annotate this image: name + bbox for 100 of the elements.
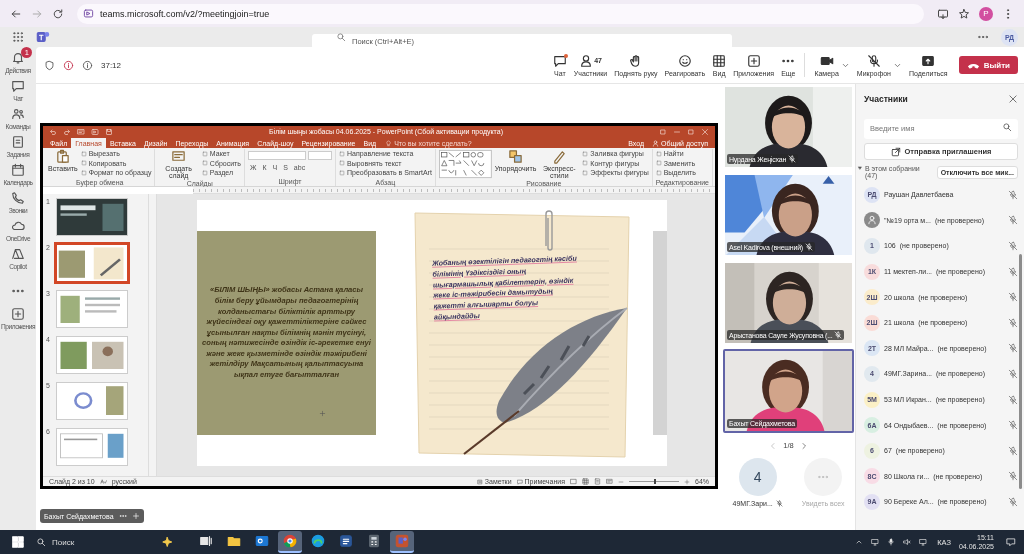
apps-icon [746, 53, 761, 68]
chat-icon [11, 79, 25, 93]
mic-off-icon[interactable] [1008, 394, 1018, 405]
chevron-icon[interactable] [855, 538, 864, 546]
bookmark-icon[interactable] [958, 7, 970, 20]
normal-view-icon[interactable] [570, 478, 577, 485]
next-icon[interactable] [799, 441, 808, 450]
sorter-view-icon[interactable] [582, 478, 589, 485]
chat-icon [552, 53, 567, 68]
mic-off-icon[interactable] [1008, 343, 1018, 354]
start-icon[interactable] [12, 536, 24, 548]
bell-icon [11, 51, 25, 65]
mic-icon[interactable] [887, 538, 896, 546]
tasks-icon [11, 135, 25, 149]
reading-view-icon[interactable] [594, 478, 601, 485]
people-icon [579, 53, 594, 68]
open-icon[interactable] [91, 127, 99, 136]
add-icon[interactable] [131, 512, 140, 520]
font-name-field[interactable] [247, 151, 306, 160]
cursor-icon [319, 410, 326, 417]
calendar-icon [11, 163, 25, 177]
mic-off-icon[interactable] [1008, 189, 1018, 200]
font-size-field[interactable] [307, 151, 332, 160]
teams-icon [395, 534, 409, 548]
smile-icon [677, 53, 692, 68]
spelling-icon[interactable] [99, 478, 107, 485]
slide-thumbnail[interactable] [56, 290, 128, 328]
cloud-icon [11, 219, 25, 233]
mail-icon [255, 534, 269, 548]
search-icon [36, 537, 46, 547]
meeting-timer: 37:12 [101, 60, 122, 70]
phone-icon [11, 191, 25, 205]
mic-off-icon[interactable] [1008, 420, 1018, 431]
save-icon[interactable] [105, 127, 113, 136]
teams-icon [11, 107, 25, 121]
mic-off-icon[interactable] [1008, 471, 1018, 482]
styles-icon [551, 149, 567, 164]
arrange-icon [507, 149, 523, 164]
mic-off-icon[interactable] [1008, 292, 1018, 303]
ribbon-options-icon[interactable] [659, 127, 667, 136]
slide-thumbnail[interactable] [56, 198, 128, 236]
slide-thumbnail[interactable] [56, 244, 128, 282]
search-icon [336, 31, 346, 42]
cast-icon[interactable] [937, 7, 949, 20]
display-icon[interactable] [919, 538, 928, 546]
info-icon[interactable] [82, 59, 93, 71]
slideshow-icon[interactable] [606, 478, 613, 485]
volume-icon[interactable] [903, 538, 912, 546]
mic-off-icon [775, 500, 783, 507]
mic-off-icon[interactable] [1008, 266, 1018, 277]
slide-icon [171, 149, 187, 164]
notification-icon[interactable] [1006, 537, 1016, 547]
more-icon[interactable] [118, 512, 127, 520]
mic-off-icon[interactable] [1008, 241, 1018, 251]
app-launcher-icon[interactable] [12, 31, 24, 43]
zoom-in-icon[interactable] [684, 478, 690, 485]
participant-avatar[interactable]: 4 [738, 458, 777, 496]
notes-icon [476, 478, 483, 485]
edge-icon [311, 534, 325, 548]
url-text: teams.microsoft.com/v2/?meetingjoin=true [100, 8, 270, 19]
leave-button[interactable]: Выйти [958, 56, 1018, 74]
micoff-icon [866, 53, 881, 68]
site-icon [83, 8, 94, 19]
invite-icon [890, 146, 901, 157]
search-icon [1002, 122, 1012, 132]
app-logo-icon [36, 30, 50, 44]
chrome-icon [283, 534, 297, 548]
slide-thumbnail[interactable] [56, 382, 128, 420]
calc-icon [367, 534, 381, 548]
profile-avatar[interactable]: P [979, 6, 993, 21]
close-icon[interactable] [1008, 94, 1018, 104]
mic-off-icon[interactable] [1008, 317, 1018, 328]
mic-off-icon[interactable] [1008, 368, 1018, 379]
mic-off-icon[interactable] [1008, 215, 1018, 226]
taskview-icon [199, 534, 213, 548]
share-icon [921, 53, 936, 68]
plus-icon [11, 307, 25, 321]
maximize-icon[interactable] [687, 127, 695, 136]
grid-icon [712, 53, 727, 68]
device-icon[interactable] [871, 538, 880, 546]
folder-icon [227, 534, 241, 548]
slide-thumbnail[interactable] [56, 336, 128, 374]
copilot-icon [11, 247, 25, 261]
expand-icon [857, 165, 863, 171]
slide-thumbnail[interactable] [56, 428, 128, 466]
address-bar[interactable]: teams.microsoft.com/v2/?meetingjoin=true [77, 3, 924, 24]
slide-show-icon[interactable] [77, 127, 85, 136]
redo-icon[interactable] [63, 127, 71, 136]
search-field[interactable]: Поиск [30, 533, 180, 551]
undo-icon[interactable] [49, 127, 57, 136]
lightbulb-icon [385, 139, 393, 147]
reload-icon[interactable] [52, 7, 64, 20]
back-icon[interactable] [10, 7, 22, 20]
sparkle-icon [162, 536, 174, 548]
word-icon [339, 534, 353, 548]
mic-off-icon[interactable] [1008, 445, 1018, 456]
record-icon[interactable] [63, 59, 74, 71]
mic-off-icon[interactable] [1008, 496, 1018, 507]
comment-icon [516, 478, 523, 485]
shield-icon[interactable] [44, 59, 55, 71]
